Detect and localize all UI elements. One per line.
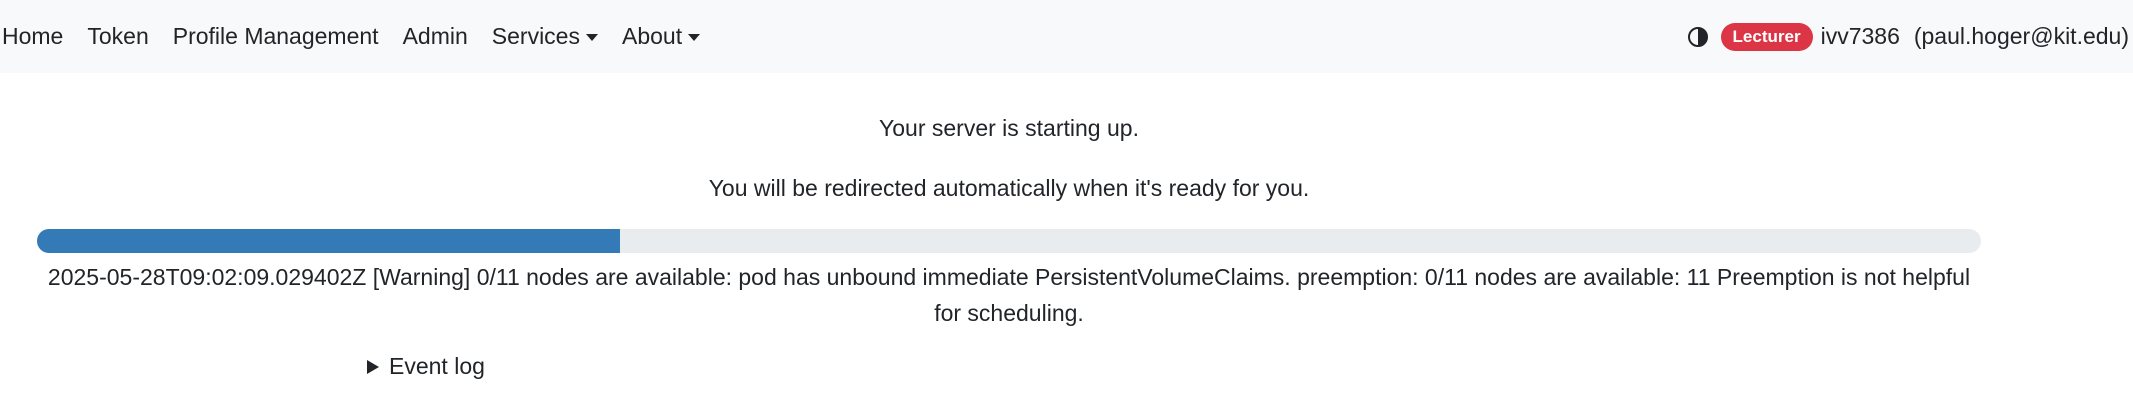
nav-profile-management[interactable]: Profile Management bbox=[161, 23, 391, 50]
redirect-message: You will be redirected automatically whe… bbox=[708, 175, 1310, 201]
status-message: 2025-05-28T09:02:09.029402Z [Warning] 0/… bbox=[47, 264, 1971, 326]
user-area: Lecturer ivv7386 (paul.hoger@kit.edu) bbox=[1687, 0, 2129, 73]
caret-down-icon bbox=[585, 34, 598, 41]
triangle-right-icon bbox=[367, 359, 379, 374]
caret-down-icon bbox=[688, 34, 701, 41]
contrast-icon[interactable] bbox=[1687, 26, 1709, 48]
nav-about-dropdown[interactable]: About bbox=[610, 23, 712, 50]
nav-links: Home Token Profile Management Admin Serv… bbox=[0, 0, 712, 73]
nav-token-label: Token bbox=[87, 23, 149, 49]
startup-message: Your server is starting up. bbox=[879, 115, 1139, 141]
nav-admin[interactable]: Admin bbox=[391, 23, 480, 50]
progress-bar-fill bbox=[37, 229, 621, 253]
event-log-label: Event log bbox=[389, 353, 485, 379]
nav-admin-label: Admin bbox=[402, 23, 468, 49]
user-email: (paul.hoger@kit.edu) bbox=[1913, 23, 2129, 49]
role-badge: Lecturer bbox=[1720, 22, 1813, 51]
nav-home-label: Home bbox=[2, 23, 64, 49]
event-log-toggle[interactable]: Event log bbox=[367, 353, 485, 380]
navbar: Home Token Profile Management Admin Serv… bbox=[0, 0, 2133, 73]
username: ivv7386 bbox=[1820, 23, 1900, 49]
nav-services-dropdown[interactable]: Services bbox=[480, 23, 610, 50]
progress-bar bbox=[37, 229, 1981, 253]
nav-services-label: Services bbox=[491, 23, 580, 49]
nav-home[interactable]: Home bbox=[0, 23, 75, 50]
nav-profile-management-label: Profile Management bbox=[172, 23, 379, 49]
nav-token[interactable]: Token bbox=[75, 23, 160, 50]
nav-about-label: About bbox=[621, 23, 683, 49]
